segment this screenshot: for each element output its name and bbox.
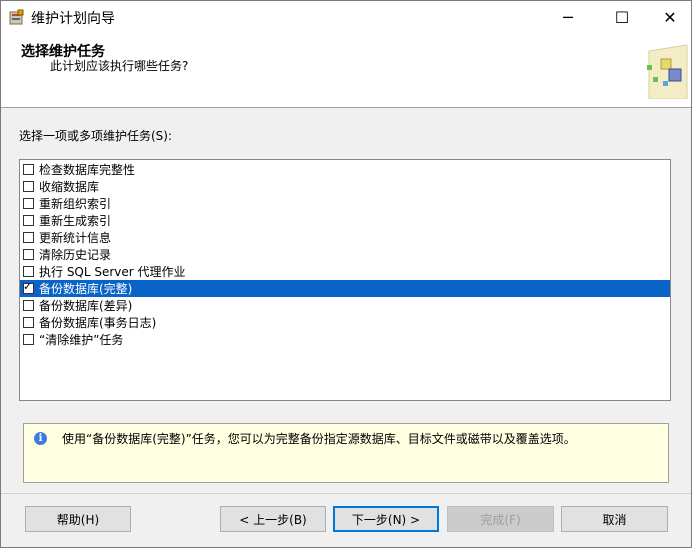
checkmark-icon: ✓ [23,280,33,293]
task-item[interactable]: 检查数据库完整性 [20,161,670,178]
task-item[interactable]: 清除历史记录 [20,246,670,263]
wizard-banner-icon [647,44,688,99]
task-checkbox[interactable] [23,198,34,209]
task-description-panel: i 使用“备份数据库(完整)”任务，您可以为完整备份指定源数据库、目标文件或磁带… [23,423,669,483]
task-checkbox[interactable] [23,164,34,175]
task-checkbox[interactable] [23,215,34,226]
task-checkbox[interactable] [23,334,34,345]
task-label: 收缩数据库 [39,180,100,194]
task-label: 更新统计信息 [39,231,112,245]
task-label: “清除维护”任务 [39,333,124,347]
task-label: 备份数据库(差异) [39,299,133,313]
window-title: 维护计划向导 [31,11,115,27]
task-checkbox[interactable] [23,232,34,243]
task-item[interactable]: “清除维护”任务 [20,331,670,348]
task-item[interactable]: 更新统计信息 [20,229,670,246]
task-checkbox[interactable]: ✓ [23,280,34,294]
title-bar[interactable]: 维护计划向导 ─ ☐ ✕ [1,1,691,33]
next-button[interactable]: 下一步(N) > [333,506,439,532]
task-item[interactable]: 收缩数据库 [20,178,670,195]
task-label: 重新组织索引 [39,197,112,211]
maintenance-task-list[interactable]: 检查数据库完整性 收缩数据库重新组织索引 重新生成索引 更新统计信息 清除历史记录执行 … [19,159,671,401]
back-button[interactable]: < 上一步(B) [220,506,326,532]
task-item[interactable]: 重新生成索引 [20,212,670,229]
task-item[interactable]: 执行 SQL Server 代理作业 [20,263,670,280]
task-item[interactable]: 备份数据库(事务日志) [20,314,670,331]
task-item[interactable]: 备份数据库(差异) [20,297,670,314]
maximize-button[interactable]: ☐ [599,1,645,33]
cancel-button[interactable]: 取消 [561,506,668,532]
task-list-prompt: 选择一项或多项维护任务(S): [19,129,173,143]
task-item[interactable]: 重新组织索引 [20,195,670,212]
task-checkbox[interactable] [23,249,34,260]
help-button[interactable]: 帮助(H) [25,506,131,532]
task-checkbox[interactable] [23,181,34,192]
task-label: 执行 SQL Server 代理作业 [39,265,186,279]
close-button[interactable]: ✕ [647,1,692,33]
finish-button[interactable]: 完成(F) [447,506,554,532]
wizard-window: 维护计划向导 ─ ☐ ✕ 选择维护任务 此计划应该执行哪些任务? 选择一项或多项… [0,0,692,548]
footer-divider [1,493,691,494]
task-label: 备份数据库(完整) [39,282,133,296]
task-label: 重新生成索引 [39,214,112,228]
info-icon: i [34,432,47,445]
maintenance-plan-icon [9,9,24,25]
task-checkbox[interactable] [23,300,34,311]
minimize-button[interactable]: ─ [545,1,591,33]
task-description-text: 使用“备份数据库(完整)”任务，您可以为完整备份指定源数据库、目标文件或磁带以及… [62,432,576,446]
wizard-header: 选择维护任务 此计划应该执行哪些任务? [1,33,691,108]
task-label: 清除历史记录 [39,248,112,262]
task-checkbox[interactable] [23,266,34,277]
task-label: 备份数据库(事务日志) [39,316,157,330]
page-subtitle: 此计划应该执行哪些任务? [50,59,189,73]
task-label: 检查数据库完整性 [39,163,136,177]
task-item[interactable]: ✓ 备份数据库(完整) [20,280,670,297]
task-checkbox[interactable] [23,317,34,328]
